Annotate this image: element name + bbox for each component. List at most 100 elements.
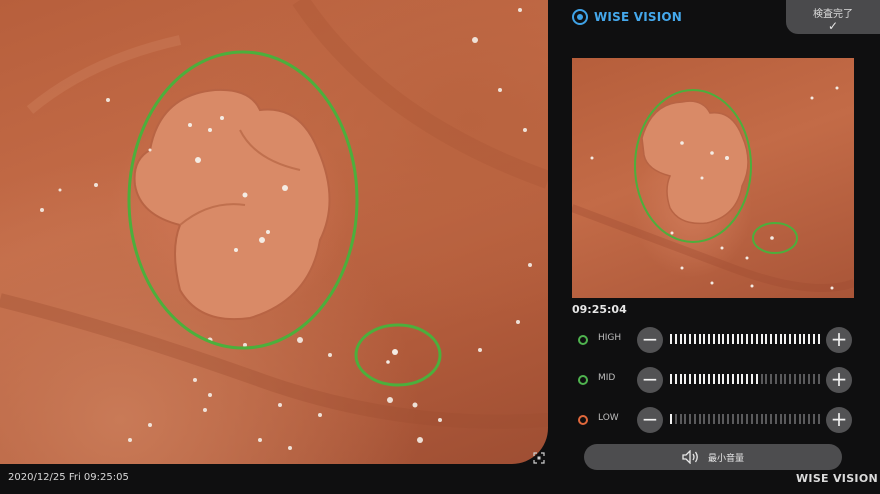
slider-tick	[703, 334, 706, 344]
slider-tick	[693, 374, 696, 384]
slider-tick	[808, 374, 811, 384]
slider-tick	[765, 374, 768, 384]
plus-button-mid[interactable]: +	[826, 367, 852, 393]
status-dot-high	[578, 335, 588, 345]
sensitivity-label-high: HIGH	[598, 333, 622, 343]
slider-tick	[746, 334, 749, 344]
slider-tick	[817, 414, 820, 424]
slider-tick	[689, 334, 692, 344]
slider-tick	[731, 374, 734, 384]
slider-tick	[784, 334, 787, 344]
capture-thumbnail[interactable]	[572, 58, 854, 298]
slider-tick	[674, 374, 677, 384]
thumbnail-timestamp: 09:25:04	[572, 303, 627, 316]
minus-button-mid[interactable]: −	[637, 367, 663, 393]
slider-tick	[693, 334, 696, 344]
slider-tick	[798, 374, 801, 384]
slider-tick	[760, 374, 763, 384]
slider-tick	[793, 374, 796, 384]
slider-tick	[736, 374, 739, 384]
sensitivity-row-high: HIGH − +	[578, 325, 858, 355]
slider-tick	[670, 414, 672, 424]
slider-tick	[789, 414, 792, 424]
slider-tick	[812, 334, 815, 344]
slider-tick	[803, 374, 806, 384]
slider-tick	[679, 334, 682, 344]
slider-tick	[808, 414, 811, 424]
brand-footer: WISE VISION	[796, 472, 878, 485]
slider-tick	[755, 374, 758, 384]
minus-button-high[interactable]: −	[637, 327, 663, 353]
slider-tick	[798, 414, 801, 424]
slider-tick	[689, 374, 692, 384]
slider-tick	[712, 414, 715, 424]
slider-tick	[784, 414, 787, 424]
slider-tick	[670, 374, 672, 384]
slider-tick	[741, 334, 744, 344]
slider-tick	[770, 334, 773, 344]
slider-tick	[712, 334, 715, 344]
slider-tick	[746, 374, 749, 384]
slider-tick	[684, 374, 687, 384]
slider-tick	[736, 414, 739, 424]
slider-tick	[736, 334, 739, 344]
slider-tick	[674, 414, 677, 424]
slider-tick	[684, 334, 687, 344]
slider-tick	[755, 334, 758, 344]
plus-button-low[interactable]: +	[826, 407, 852, 433]
slider-tick	[679, 414, 682, 424]
slider-tick	[741, 414, 744, 424]
detection-ring-small	[354, 323, 442, 387]
sensitivity-row-low: LOW − +	[578, 405, 858, 435]
slider-tick	[727, 334, 730, 344]
level-slider-low[interactable]	[670, 414, 820, 426]
level-slider-high[interactable]	[670, 334, 820, 346]
check-icon: ✓	[827, 19, 839, 33]
slider-tick	[717, 414, 720, 424]
slider-tick	[779, 414, 782, 424]
slider-tick	[808, 334, 811, 344]
slider-tick	[765, 414, 768, 424]
slider-tick	[779, 374, 782, 384]
fullscreen-icon[interactable]	[533, 452, 545, 464]
slider-tick	[770, 374, 773, 384]
slider-tick	[793, 334, 796, 344]
slider-tick	[708, 334, 711, 344]
slider-tick	[674, 334, 677, 344]
slider-tick	[698, 374, 701, 384]
slider-tick	[727, 374, 730, 384]
slider-tick	[693, 414, 696, 424]
slider-tick	[679, 374, 682, 384]
level-slider-mid[interactable]	[670, 374, 820, 386]
volume-label: 最小音量	[707, 453, 744, 464]
slider-tick	[760, 414, 763, 424]
status-dot-mid	[578, 375, 588, 385]
slider-tick	[698, 334, 701, 344]
minimum-volume-button[interactable]: 最小音量	[584, 444, 842, 470]
slider-tick	[684, 414, 687, 424]
slider-tick	[698, 414, 701, 424]
slider-tick	[774, 374, 777, 384]
status-datetime: 2020/12/25 Fri 09:25:05	[8, 472, 129, 483]
slider-tick	[789, 334, 792, 344]
slider-tick	[731, 414, 734, 424]
slider-tick	[770, 414, 773, 424]
wise-vision-screen: WISE VISION 検査完了 ✓ 09:25:04 HIGH − + MID…	[0, 0, 880, 494]
slider-tick	[793, 414, 796, 424]
slider-tick	[712, 374, 715, 384]
logo-text: WISE VISION	[594, 10, 683, 24]
slider-tick	[774, 334, 777, 344]
minus-button-low[interactable]: −	[637, 407, 663, 433]
slider-tick	[803, 414, 806, 424]
slider-tick	[817, 334, 820, 344]
slider-tick	[689, 414, 692, 424]
polyp-lesion	[133, 88, 331, 321]
slider-tick	[717, 334, 720, 344]
exam-complete-button[interactable]: 検査完了 ✓	[786, 0, 880, 34]
slider-tick	[760, 334, 763, 344]
slider-tick	[741, 374, 744, 384]
slider-tick	[722, 374, 725, 384]
slider-tick	[731, 334, 734, 344]
slider-tick	[708, 414, 711, 424]
plus-button-high[interactable]: +	[826, 327, 852, 353]
